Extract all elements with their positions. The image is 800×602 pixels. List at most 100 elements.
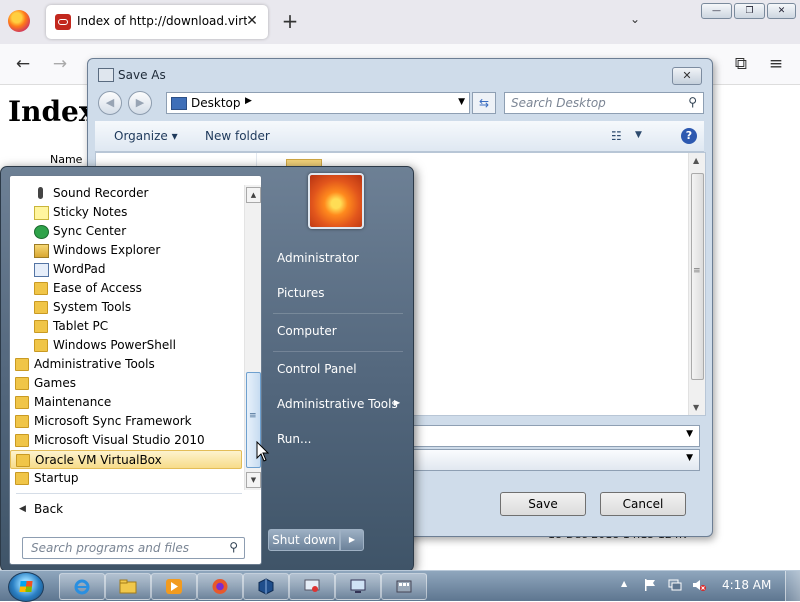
- tab-close-icon[interactable]: ✕: [242, 11, 262, 31]
- file-list-scrollbar[interactable]: ▲ ▼: [688, 153, 705, 415]
- taskbar-network-button[interactable]: [335, 573, 381, 600]
- folder-icon: [34, 339, 48, 352]
- refresh-button[interactable]: ⇆: [472, 92, 496, 114]
- program-list-item[interactable]: Administrative Tools: [10, 355, 242, 374]
- address-dropdown-icon[interactable]: ▼: [458, 97, 465, 107]
- scroll-up-icon[interactable]: ▲: [693, 156, 699, 165]
- taskbar-remote-button[interactable]: [289, 573, 335, 600]
- firefox-icon: [212, 579, 228, 594]
- program-list-item[interactable]: Sound Recorder: [10, 184, 242, 203]
- program-label: Windows PowerShell: [53, 338, 176, 352]
- taskbar-firefox-button[interactable]: [197, 573, 243, 600]
- dialog-search-input[interactable]: Search Desktop ⚲: [504, 92, 704, 114]
- start-item-run[interactable]: Run...: [277, 432, 311, 446]
- scroll-up-icon[interactable]: ▲: [246, 187, 261, 203]
- media-player-icon: [166, 579, 182, 594]
- program-list-item[interactable]: Oracle VM VirtualBox: [10, 450, 242, 469]
- start-search-input[interactable]: Search programs and files ⚲: [22, 537, 245, 559]
- start-item-administrator[interactable]: Administrator: [277, 251, 359, 265]
- back-arrow-icon[interactable]: ◀: [19, 504, 26, 514]
- scroll-down-icon[interactable]: ▼: [246, 472, 261, 488]
- breadcrumb-arrow-icon[interactable]: ▶: [245, 96, 252, 106]
- help-icon[interactable]: ?: [681, 128, 697, 144]
- program-list-item[interactable]: Sync Center: [10, 222, 242, 241]
- dialog-forward-button[interactable]: ▶: [128, 91, 152, 115]
- folder-icon: [15, 358, 29, 371]
- taskbar-explorer-button[interactable]: [105, 573, 151, 600]
- scroll-down-icon[interactable]: ▼: [693, 403, 699, 412]
- shut-down-options-button[interactable]: ▶: [340, 529, 364, 551]
- organize-button[interactable]: Organize ▾: [114, 129, 178, 143]
- folder-icon: [15, 434, 29, 447]
- extensions-icon[interactable]: ⧉: [729, 52, 753, 76]
- show-hidden-icons-icon[interactable]: ▲: [621, 579, 627, 588]
- address-bar[interactable]: Desktop ▶ ▼: [166, 92, 470, 114]
- program-list-item[interactable]: System Tools: [10, 298, 242, 317]
- app-icon: [396, 580, 412, 593]
- dialog-toolbar: Organize ▾ New folder ☷ ▼ ?: [95, 121, 704, 152]
- volume-muted-icon[interactable]: [692, 578, 706, 592]
- scrollbar-thumb[interactable]: [691, 173, 704, 380]
- forward-icon[interactable]: →: [48, 52, 72, 76]
- browser-tab[interactable]: Index of http://download.virtualbox ✕: [46, 5, 268, 39]
- program-label: Startup: [34, 471, 79, 485]
- program-label: Microsoft Sync Framework: [34, 414, 192, 428]
- divider: [273, 313, 403, 314]
- column-header-name[interactable]: Name: [50, 153, 82, 166]
- program-list-item[interactable]: Windows PowerShell: [10, 336, 242, 355]
- file-type-dropdown-icon[interactable]: ▼: [686, 453, 693, 463]
- program-label: Administrative Tools: [34, 357, 155, 371]
- cancel-button[interactable]: Cancel: [600, 492, 686, 516]
- flag-icon[interactable]: [643, 578, 657, 592]
- program-list-item[interactable]: Games: [10, 374, 242, 393]
- program-label: Oracle VM VirtualBox: [35, 453, 162, 467]
- back-button[interactable]: Back: [34, 502, 63, 516]
- folder-icon: [15, 472, 29, 485]
- save-button[interactable]: Save: [500, 492, 586, 516]
- folder-icon: [34, 282, 48, 295]
- program-list-item[interactable]: Startup: [10, 469, 242, 488]
- new-tab-button[interactable]: +: [280, 10, 300, 32]
- dialog-back-button[interactable]: ◀: [98, 91, 122, 115]
- start-item-control-panel[interactable]: Control Panel: [277, 362, 357, 376]
- minimize-button[interactable]: —: [701, 3, 732, 19]
- menu-icon[interactable]: ≡: [764, 52, 788, 76]
- program-list-item[interactable]: WordPad: [10, 260, 242, 279]
- start-item-administrative-tools[interactable]: Administrative Tools: [277, 397, 398, 411]
- program-list-item[interactable]: Ease of Access: [10, 279, 242, 298]
- user-picture-avatar[interactable]: [308, 173, 364, 229]
- file-name-dropdown-icon[interactable]: ▼: [686, 429, 693, 439]
- taskbar-virtualbox-button[interactable]: [243, 573, 289, 600]
- maximize-button[interactable]: ❐: [734, 3, 765, 19]
- program-list-item[interactable]: Maintenance: [10, 393, 242, 412]
- start-item-pictures[interactable]: Pictures: [277, 286, 325, 300]
- taskbar-app-button[interactable]: [381, 573, 427, 600]
- start-item-computer[interactable]: Computer: [277, 324, 337, 338]
- dialog-close-button[interactable]: ✕: [672, 67, 702, 85]
- program-list: Sound Recorder Sticky Notes Sync Center Win…: [10, 176, 244, 491]
- back-icon[interactable]: ←: [11, 52, 35, 76]
- firefox-logo-icon[interactable]: [8, 10, 30, 32]
- clock[interactable]: 4:18 AM: [722, 578, 771, 592]
- program-list-item[interactable]: Windows Explorer: [10, 241, 242, 260]
- taskbar-media-player-button[interactable]: [151, 573, 197, 600]
- program-list-item[interactable]: Microsoft Visual Studio 2010: [10, 431, 242, 450]
- list-all-tabs-icon[interactable]: ⌄: [630, 12, 648, 26]
- taskbar-ie-button[interactable]: [59, 573, 105, 600]
- program-list-item[interactable]: Sticky Notes: [10, 203, 242, 222]
- new-folder-button[interactable]: New folder: [205, 129, 270, 143]
- view-options-icon[interactable]: ☷: [611, 129, 625, 143]
- folder-icon: [15, 396, 29, 409]
- close-window-button[interactable]: ✕: [767, 3, 796, 19]
- show-desktop-button[interactable]: [785, 571, 800, 601]
- mic-icon: [38, 187, 43, 199]
- program-list-item[interactable]: Tablet PC: [10, 317, 242, 336]
- view-dropdown-icon[interactable]: ▼: [635, 130, 642, 140]
- program-list-item[interactable]: Microsoft Sync Framework: [10, 412, 242, 431]
- start-button[interactable]: [8, 572, 44, 602]
- tab-title: Index of http://download.virtualbox: [77, 14, 247, 28]
- network-tray-icon[interactable]: [668, 578, 682, 592]
- shut-down-button[interactable]: Shut down: [268, 529, 340, 551]
- file-name-field[interactable]: ▼: [408, 425, 700, 447]
- save-as-type-select[interactable]: ▼: [408, 449, 700, 471]
